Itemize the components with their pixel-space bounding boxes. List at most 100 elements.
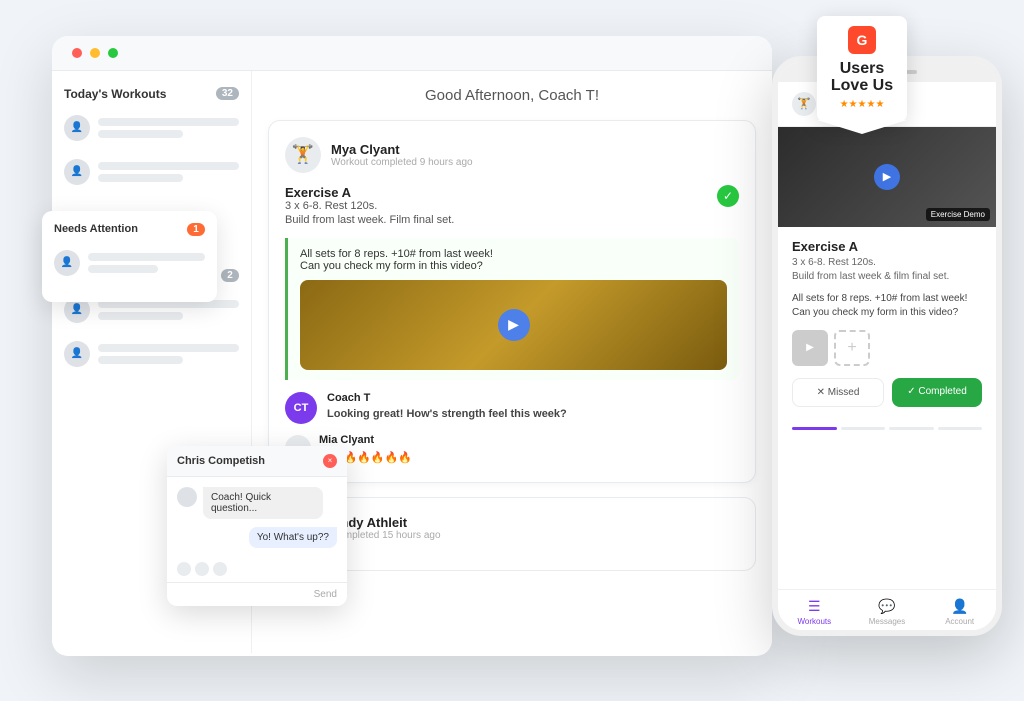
completed-icon: ✓ <box>717 185 739 207</box>
client-sub-andy: Completed 15 hours ago <box>331 530 441 541</box>
placeholder-name-1 <box>98 118 239 126</box>
traffic-light-green <box>108 48 118 58</box>
client-info-mya: Mya Clyant Workout completed 9 hours ago <box>331 142 473 168</box>
messages-nav-label: Messages <box>869 617 905 626</box>
avatar-4: 👤 <box>64 341 90 367</box>
workouts-nav-label: Workouts <box>798 617 832 626</box>
sidebar-client-item-2[interactable]: 👤 <box>64 155 239 189</box>
chat-icon-1 <box>177 562 191 576</box>
placeholder-attention-2 <box>88 265 158 273</box>
exercise-detail2-mya: Build from last week. Film final set. <box>285 214 454 226</box>
account-nav-label: Account <box>945 617 974 626</box>
client-sub-mya: Workout completed 9 hours ago <box>331 157 473 168</box>
scene: Today's Workouts 32 👤 👤 <box>22 16 1002 686</box>
sidebar-reminders-badge: 2 <box>221 269 239 282</box>
workout-card-mya: 🏋️ Mya Clyant Workout completed 9 hours … <box>268 120 756 483</box>
sidebar-section-header-workouts: Today's Workouts 32 <box>64 87 239 101</box>
needs-attention-item[interactable]: 👤 <box>54 246 205 280</box>
progress-dot-1 <box>792 427 837 430</box>
progress-dot-4 <box>938 427 983 430</box>
chat-incoming-row: Coach! Quick question... <box>177 487 337 519</box>
coach-message-text: Looking great! How's strength feel this … <box>327 408 567 420</box>
phone-nav-workouts[interactable]: ☰ Workouts <box>778 598 851 626</box>
client-response-row: Mia Clyant 9/10 🔥🔥🔥🔥🔥 <box>285 430 739 466</box>
chat-incoming-bubble: Coach! Quick question... <box>203 487 323 519</box>
account-nav-icon: 👤 <box>951 598 968 615</box>
chat-outgoing-row: Yo! What's up?? <box>177 527 337 548</box>
phone-message-text: All sets for 8 reps. +10# from last week… <box>792 292 982 320</box>
placeholder-reminder-detail-1 <box>98 312 183 320</box>
sidebar-client-item-1[interactable]: 👤 <box>64 111 239 145</box>
phone-video-label: Exercise Demo <box>926 208 990 221</box>
phone-progress-bar <box>778 419 996 438</box>
needs-attention-badge: 1 <box>187 223 205 236</box>
phone-video-thumb[interactable]: ▶ <box>792 330 828 366</box>
placeholder-attention-1 <box>88 253 205 261</box>
coach-response-row: CT Coach T Looking great! How's strength… <box>285 392 739 424</box>
placeholder-reminder-2 <box>98 344 239 352</box>
phone-play-button[interactable]: ▶ <box>874 164 900 190</box>
phone-bottom-nav: ☰ Workouts 💬 Messages 👤 Account <box>778 589 996 630</box>
chat-incoming-avatar <box>177 487 197 507</box>
exercise-header-mya: Exercise A 3 x 6-8. Rest 120s. Build fro… <box>285 185 739 228</box>
messages-nav-icon: 💬 <box>878 598 895 615</box>
video-thumbnail[interactable]: ▶ <box>300 280 727 370</box>
avatar-2: 👤 <box>64 159 90 185</box>
g2-badge: G UsersLove Us ★★★★★ <box>817 16 907 136</box>
client-name-andy: Andy Athleit <box>331 515 441 530</box>
chat-close-button[interactable]: × <box>323 454 337 468</box>
g2-stars: ★★★★★ <box>825 99 899 110</box>
phone-nav-messages[interactable]: 💬 Messages <box>851 598 924 626</box>
coach-message-block: Coach T Looking great! How's strength fe… <box>327 392 567 420</box>
exercise-title-mya: Exercise A <box>285 185 454 200</box>
chat-popup-header: Chris Competish × <box>167 446 347 477</box>
avatar-attention: 👤 <box>54 250 80 276</box>
phone-exercise-detail: 3 x 6-8. Rest 120s.Build from last week … <box>792 256 982 284</box>
client-avatar-mya: 🏋️ <box>285 137 321 173</box>
placeholder-name-2 <box>98 162 239 170</box>
client-row-mya: 🏋️ Mya Clyant Workout completed 9 hours … <box>285 137 739 173</box>
exercise-info-mya: Exercise A 3 x 6-8. Rest 120s. Build fro… <box>285 185 454 228</box>
traffic-light-red <box>72 48 82 58</box>
traffic-light-yellow <box>90 48 100 58</box>
client-message-text: All sets for 8 reps. +10# from last week… <box>300 248 727 272</box>
client-name-mya: Mya Clyant <box>331 142 473 157</box>
chat-footer: Send <box>167 582 347 606</box>
dashboard: Today's Workouts 32 👤 👤 <box>52 36 772 656</box>
chat-popup: Chris Competish × Coach! Quick question.… <box>167 446 347 606</box>
client-info-andy: Andy Athleit Completed 15 hours ago <box>331 515 441 541</box>
phone-nav-account[interactable]: 👤 Account <box>923 598 996 626</box>
needs-attention-card: Needs Attention 1 👤 <box>42 211 217 302</box>
g2-title: UsersLove Us <box>825 60 899 95</box>
progress-dot-2 <box>841 427 886 430</box>
greeting-text: Good Afternoon, Coach T! <box>268 87 756 104</box>
placeholder-detail-1 <box>98 130 183 138</box>
chat-emoji-row <box>167 558 347 582</box>
avatar-1: 👤 <box>64 115 90 141</box>
phone-video-area[interactable]: ▶ Exercise Demo <box>778 127 996 227</box>
phone-add-media-button[interactable]: + <box>834 330 870 366</box>
chat-icon-2 <box>195 562 209 576</box>
phone-completed-button[interactable]: ✓ Completed <box>892 378 982 407</box>
g2-badge-inner: G UsersLove Us ★★★★★ <box>817 16 907 122</box>
chat-send-button[interactable]: Send <box>314 589 337 600</box>
chat-body: Coach! Quick question... Yo! What's up?? <box>167 477 347 558</box>
client-message-area: All sets for 8 reps. +10# from last week… <box>285 238 739 380</box>
sidebar-section-todays-workouts: Today's Workouts 32 👤 👤 <box>64 87 239 189</box>
sidebar-reminder-item-2[interactable]: 👤 <box>64 337 239 371</box>
coach-avatar: CT <box>285 392 317 424</box>
workouts-nav-icon: ☰ <box>808 598 821 615</box>
play-button[interactable]: ▶ <box>498 309 530 341</box>
phone-exercise-content: Exercise A 3 x 6-8. Rest 120s.Build from… <box>778 227 996 419</box>
phone-exercise-title: Exercise A <box>792 239 982 254</box>
phone-app-icon: 🏋️ <box>792 92 816 116</box>
needs-attention-header: Needs Attention 1 <box>54 223 205 236</box>
response-name: Mia Clyant <box>319 434 374 446</box>
g2-logo: G <box>848 26 876 54</box>
client-row-andy: 🏃 Andy Athleit Completed 15 hours ago <box>285 510 739 546</box>
sidebar-workouts-title: Today's Workouts <box>64 87 166 101</box>
chat-outgoing-bubble: Yo! What's up?? <box>249 527 337 548</box>
placeholder-detail-2 <box>98 174 183 182</box>
phone-missed-button[interactable]: ✕ Missed <box>792 378 884 407</box>
chat-popup-name: Chris Competish <box>177 455 265 467</box>
